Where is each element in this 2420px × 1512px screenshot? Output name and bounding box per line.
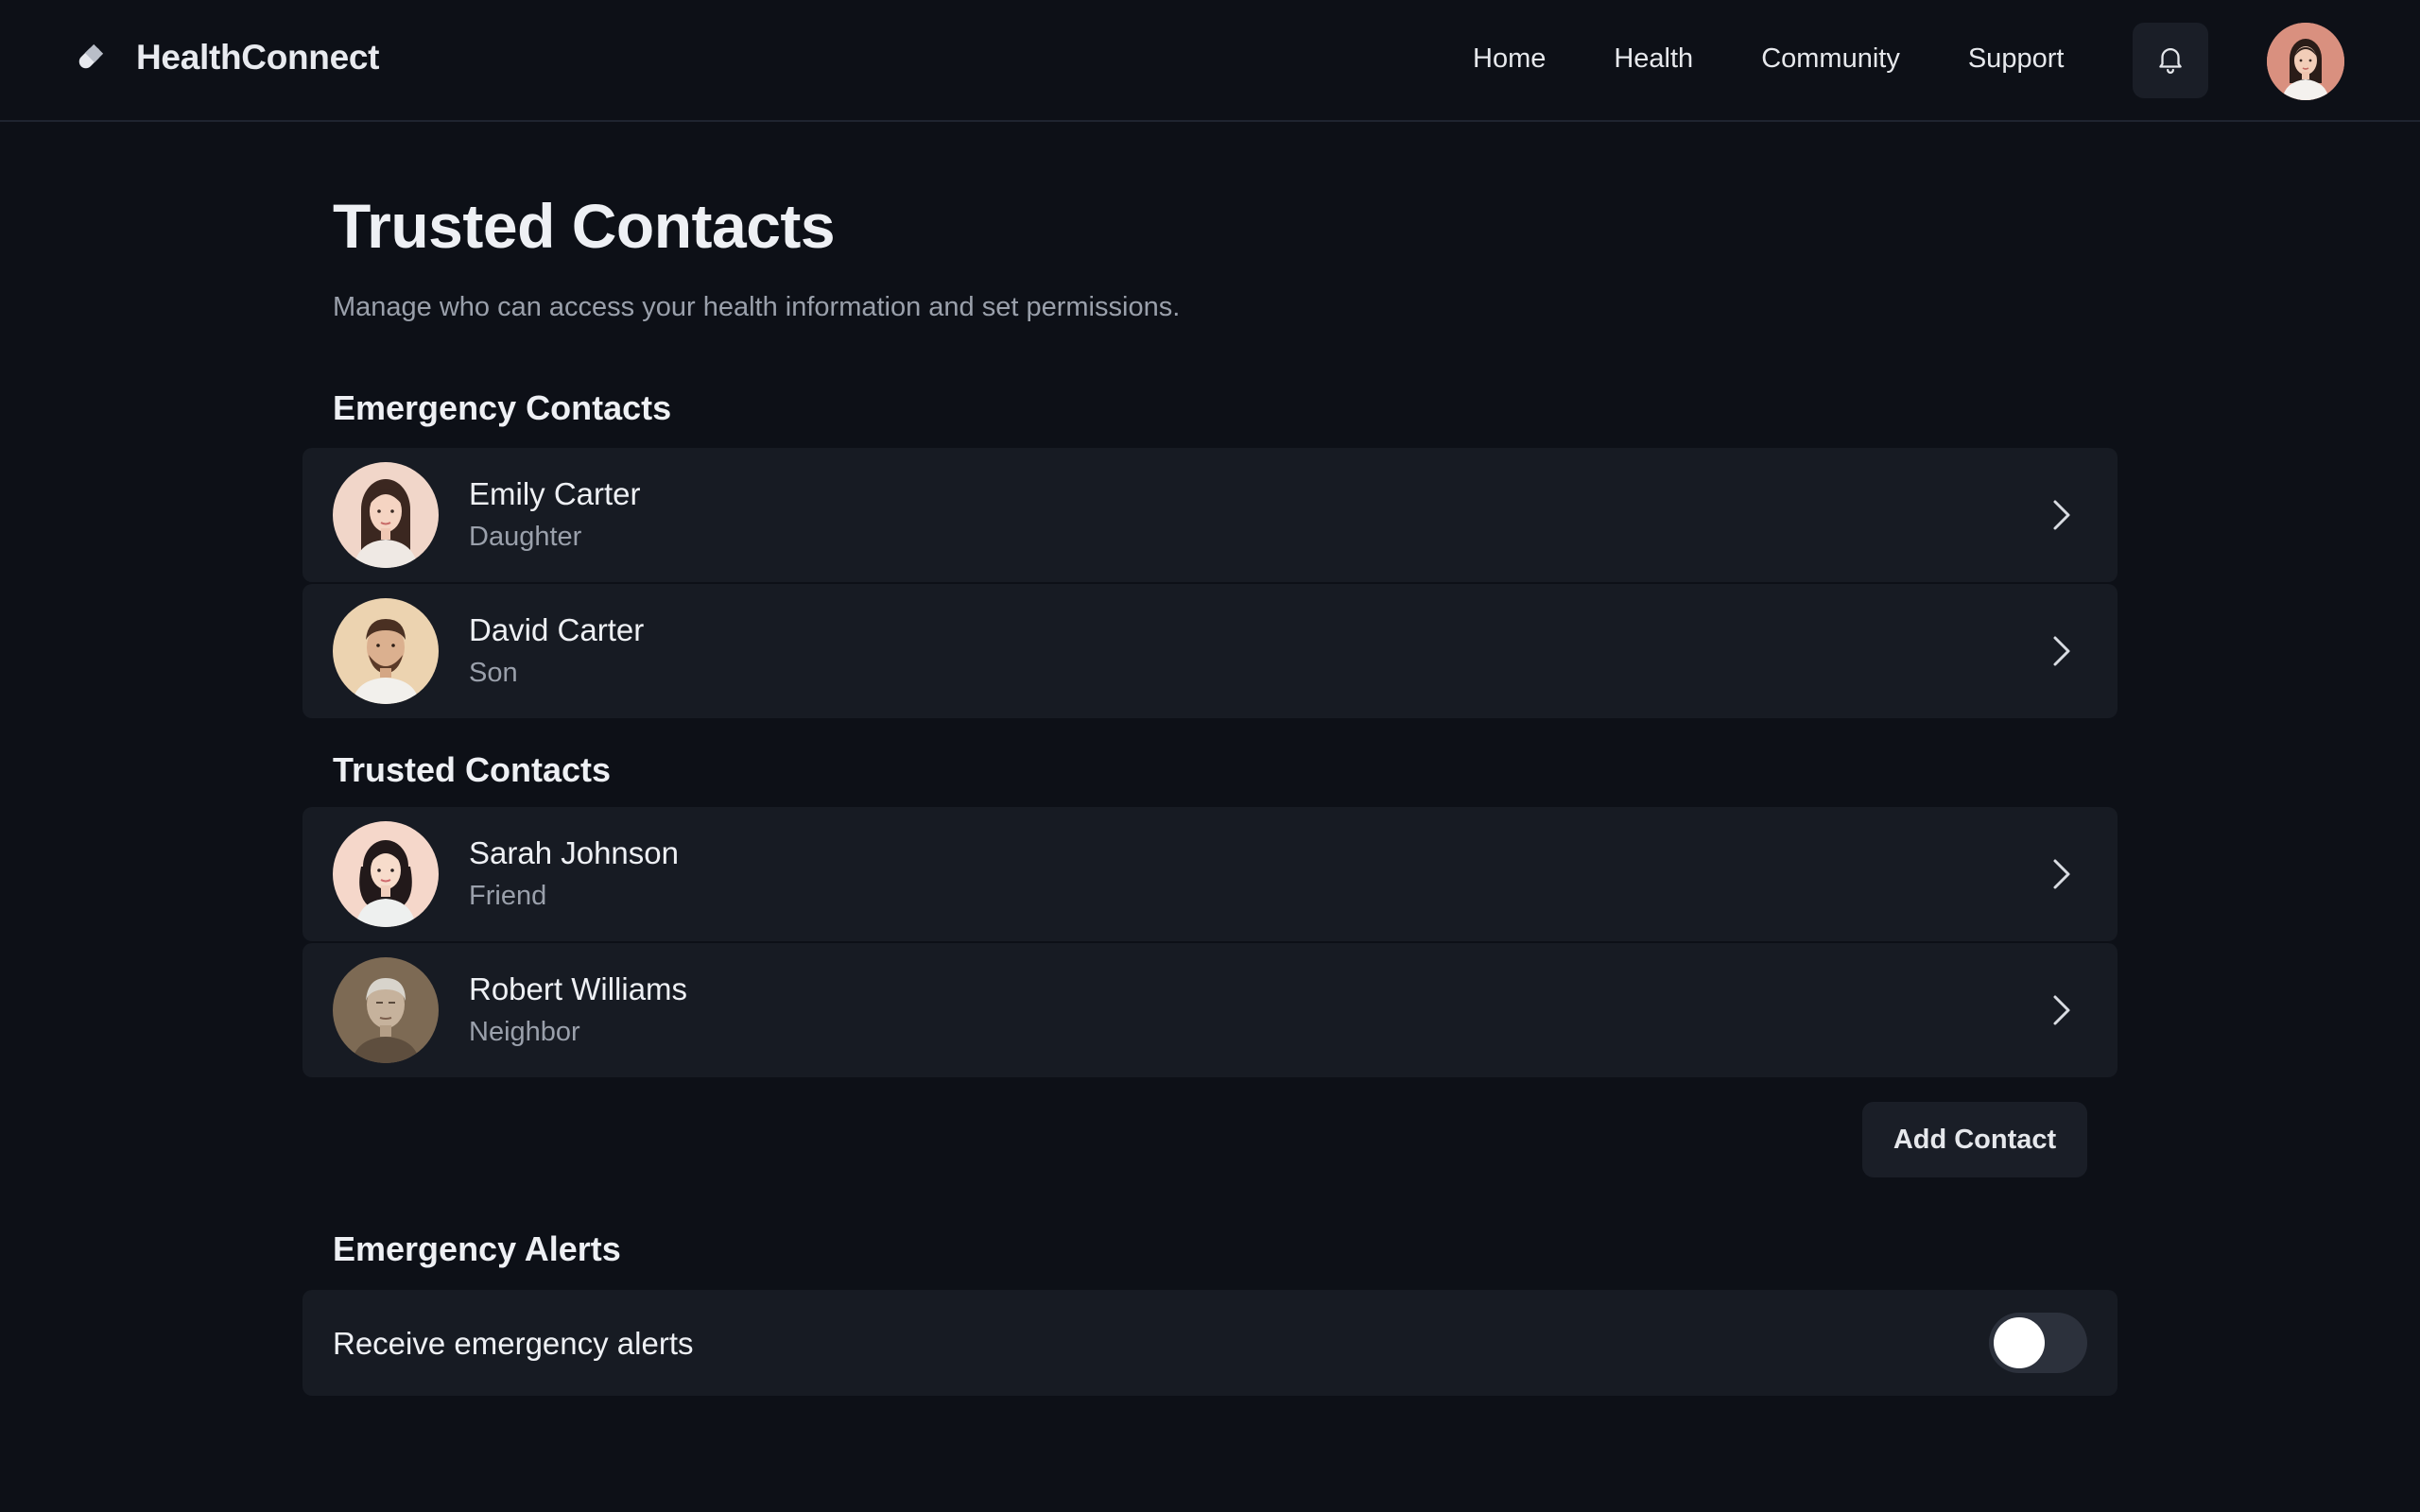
nav-community[interactable]: Community (1761, 43, 1900, 75)
contact-relation: Friend (469, 881, 547, 911)
receive-alerts-toggle[interactable] (1989, 1313, 2087, 1373)
nav-home[interactable]: Home (1473, 43, 1546, 75)
page-subtitle: Manage who can access your health inform… (333, 292, 1181, 322)
contact-avatar (333, 598, 439, 704)
top-navigation-bar: HealthConnect Home Health Community Supp… (0, 0, 2420, 122)
main-nav: Home Health Community Support (1473, 43, 2132, 75)
notifications-button[interactable] (2133, 23, 2208, 98)
user-avatar[interactable] (2267, 23, 2344, 100)
contact-name: David Carter (469, 612, 645, 647)
section-title-emergency-alerts: Emergency Alerts (333, 1229, 621, 1268)
toggle-knob (1994, 1317, 2045, 1368)
contact-row-emily-carter[interactable]: Emily Carter Daughter (302, 448, 2118, 582)
contact-name: Emily Carter (469, 476, 641, 511)
contact-row-sarah-johnson[interactable]: Sarah Johnson Friend (302, 807, 2118, 941)
contact-name: Robert Williams (469, 971, 688, 1006)
contact-avatar (333, 957, 439, 1063)
brand[interactable]: HealthConnect (74, 38, 379, 77)
contact-relation: Son (469, 658, 518, 688)
contact-name: Sarah Johnson (469, 835, 679, 870)
contact-relation: Daughter (469, 522, 582, 552)
nav-health[interactable]: Health (1614, 43, 1693, 75)
contact-row-robert-williams[interactable]: Robert Williams Neighbor (302, 943, 2118, 1077)
bell-icon (2154, 43, 2187, 79)
chevron-right-icon (2042, 855, 2080, 893)
chevron-right-icon (2042, 632, 2080, 670)
contact-avatar (333, 462, 439, 568)
pill-icon (74, 42, 106, 74)
add-contact-button[interactable]: Add Contact (1862, 1102, 2087, 1177)
chevron-right-icon (2042, 496, 2080, 534)
contact-avatar (333, 821, 439, 927)
page-title: Trusted Contacts (333, 191, 836, 261)
receive-alerts-label: Receive emergency alerts (333, 1326, 694, 1361)
emergency-alerts-row: Receive emergency alerts (302, 1290, 2118, 1396)
section-title-emergency-contacts: Emergency Contacts (333, 388, 672, 427)
contact-relation: Neighbor (469, 1017, 580, 1047)
chevron-right-icon (2042, 991, 2080, 1029)
contact-row-david-carter[interactable]: David Carter Son (302, 584, 2118, 718)
brand-name: HealthConnect (136, 38, 380, 77)
nav-support[interactable]: Support (1968, 43, 2065, 75)
section-title-trusted-contacts: Trusted Contacts (333, 750, 612, 789)
